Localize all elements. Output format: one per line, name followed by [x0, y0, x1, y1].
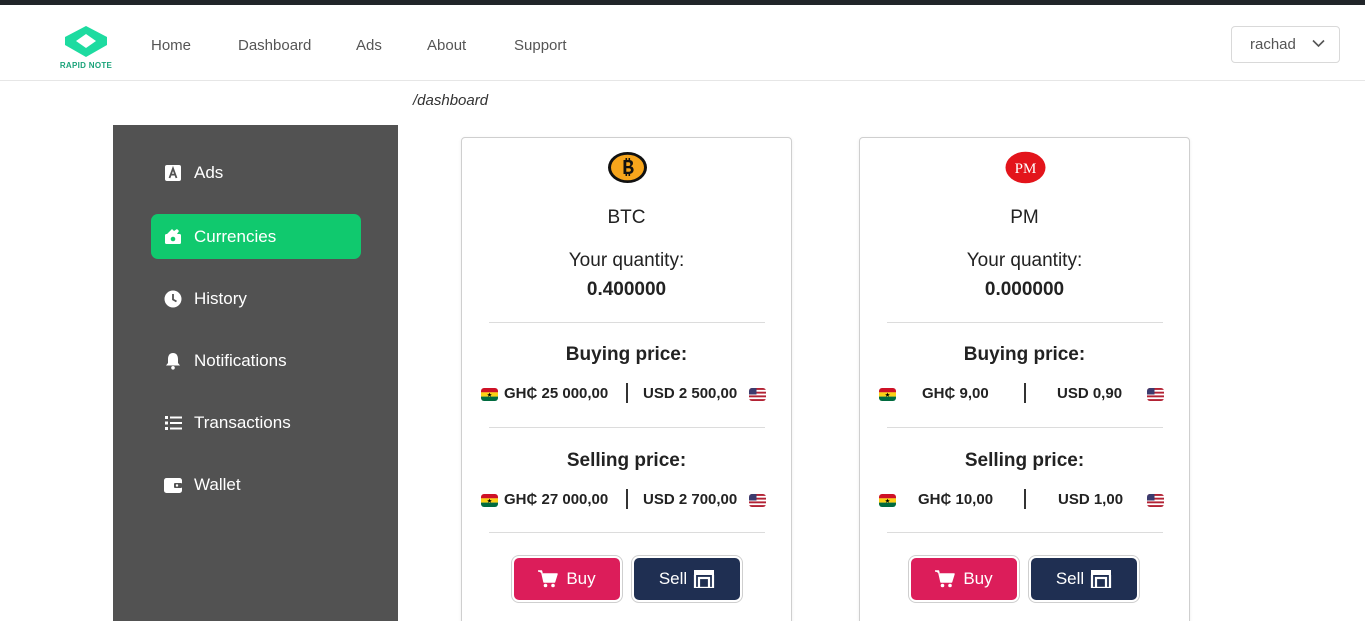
buying-price-local: GH₵ 25 000,00: [504, 385, 609, 402]
nav-about[interactable]: About: [427, 37, 466, 54]
divider: [489, 322, 765, 323]
us-flag-icon: [749, 494, 766, 507]
divider: [887, 322, 1163, 323]
ghana-flag-icon: [879, 388, 896, 401]
sell-button[interactable]: Sell: [634, 558, 740, 600]
selling-price-usd: USD 1,00: [1058, 491, 1124, 508]
currency-name: BTC: [607, 207, 646, 228]
bitcoin-icon: [607, 151, 648, 184]
sidebar-item-label: Ads: [194, 162, 224, 182]
currencies-icon: [164, 228, 182, 246]
sidebar-item-label: Transactions: [194, 412, 291, 432]
sidebar: Ads Currencies History Notifications Tra…: [113, 125, 398, 621]
divider: [489, 532, 765, 533]
currency-card-btc: BTC Your quantity: 0.400000 Buying price…: [461, 137, 792, 621]
sidebar-item-notifications[interactable]: Notifications: [151, 338, 361, 383]
divider: [887, 427, 1163, 428]
pm-logo-text: PM: [1015, 161, 1037, 177]
buying-price-usd: USD 0,90: [1057, 385, 1123, 402]
user-name: rachad: [1250, 36, 1296, 53]
price-separator: [626, 489, 628, 509]
nav-dashboard[interactable]: Dashboard: [238, 37, 311, 54]
ghana-flag-icon: [879, 494, 896, 507]
store-icon: [693, 570, 715, 588]
quantity-value: 0.000000: [984, 279, 1065, 300]
sidebar-item-label: History: [194, 288, 247, 308]
buying-price-title: Buying price:: [565, 344, 688, 365]
divider: [887, 532, 1163, 533]
nav-ads[interactable]: Ads: [356, 37, 382, 54]
buy-button[interactable]: Buy: [911, 558, 1017, 600]
currency-name: PM: [1010, 207, 1039, 228]
bell-icon: [164, 352, 182, 370]
buy-button[interactable]: Buy: [514, 558, 620, 600]
breadcrumb: /dashboard: [413, 92, 489, 109]
list-icon: [164, 414, 182, 432]
ghana-flag-icon: [481, 494, 498, 507]
ghana-flag-icon: [481, 388, 498, 401]
wallet-icon: [164, 476, 182, 494]
selling-price-title: Selling price:: [566, 450, 687, 471]
user-dropdown[interactable]: rachad: [1231, 26, 1340, 63]
store-icon: [1090, 570, 1112, 588]
quantity-value: 0.400000: [586, 279, 667, 300]
buying-price-local: GH₵ 9,00: [922, 385, 989, 402]
brand-logo[interactable]: RAPID NOTE: [57, 25, 115, 73]
selling-price-title: Selling price:: [964, 450, 1085, 471]
sell-button-label: Sell: [1055, 569, 1085, 588]
buying-price-usd: USD 2 500,00: [643, 385, 738, 402]
us-flag-icon: [749, 388, 766, 401]
navbar: RAPID NOTE Home Dashboard Ads About Supp…: [0, 5, 1365, 81]
sidebar-item-currencies[interactable]: Currencies: [151, 214, 361, 259]
selling-price-local: GH₵ 10,00: [918, 491, 994, 508]
clock-icon: [164, 290, 182, 308]
brand-name: RAPID NOTE: [59, 61, 113, 70]
sidebar-item-transactions[interactable]: Transactions: [151, 400, 361, 445]
us-flag-icon: [1147, 388, 1164, 401]
price-separator: [626, 383, 628, 403]
quantity-label: Your quantity:: [966, 250, 1083, 271]
ads-icon: [164, 164, 182, 182]
sidebar-item-label: Currencies: [194, 226, 277, 246]
logo-icon: [65, 26, 107, 57]
perfect-money-icon: PM: [1005, 151, 1046, 184]
sidebar-item-wallet[interactable]: Wallet: [151, 462, 361, 507]
price-separator: [1024, 489, 1026, 509]
sidebar-item-history[interactable]: History: [151, 276, 361, 321]
nav-home[interactable]: Home: [151, 37, 191, 54]
us-flag-icon: [1147, 494, 1164, 507]
selling-price-usd: USD 2 700,00: [643, 491, 738, 508]
divider: [489, 427, 765, 428]
currency-card-pm: PM PM Your quantity: 0.000000 Buying pri…: [859, 137, 1190, 621]
buy-button-label: Buy: [566, 569, 596, 588]
sell-button-label: Sell: [658, 569, 688, 588]
nav-support[interactable]: Support: [514, 37, 567, 54]
cart-icon: [935, 570, 956, 588]
sidebar-item-ads[interactable]: Ads: [151, 150, 361, 195]
sidebar-item-label: Notifications: [194, 350, 287, 370]
cart-icon: [538, 570, 559, 588]
buying-price-title: Buying price:: [963, 344, 1086, 365]
buy-button-label: Buy: [963, 569, 993, 588]
selling-price-local: GH₵ 27 000,00: [504, 491, 609, 508]
chevron-down-icon: [1312, 39, 1325, 48]
price-separator: [1024, 383, 1026, 403]
sell-button[interactable]: Sell: [1031, 558, 1137, 600]
quantity-label: Your quantity:: [568, 250, 685, 271]
sidebar-item-label: Wallet: [194, 474, 241, 494]
